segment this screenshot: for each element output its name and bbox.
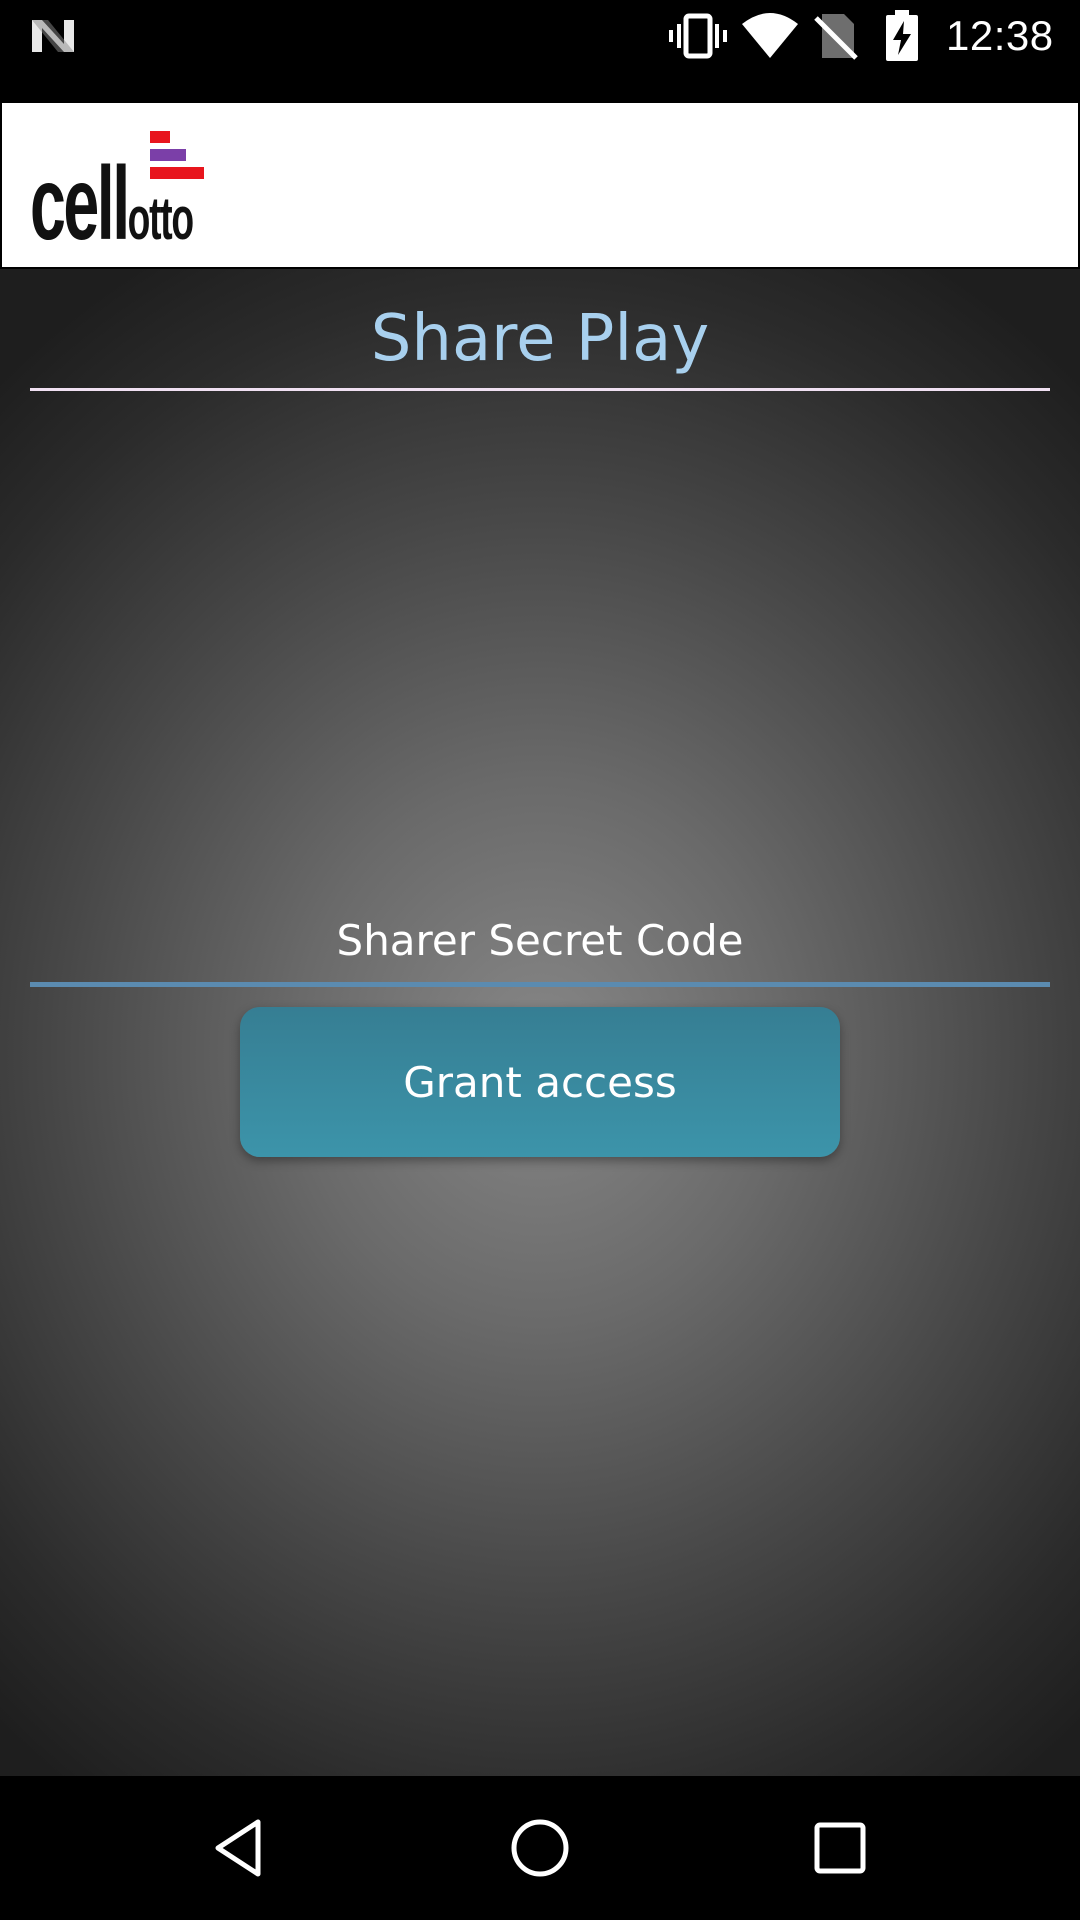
no-sim-icon bbox=[814, 14, 858, 60]
app-header: cellotto bbox=[0, 101, 1080, 269]
logo-bar-1 bbox=[150, 131, 170, 143]
notification-n-icon bbox=[32, 20, 74, 52]
app-logo: cellotto bbox=[30, 125, 218, 262]
status-clock: 12:38 bbox=[946, 12, 1054, 59]
recents-icon[interactable] bbox=[804, 1812, 876, 1884]
battery-charging-icon bbox=[886, 10, 918, 61]
logo-wordmark: cellotto bbox=[30, 146, 194, 262]
page-title: Share Play bbox=[370, 302, 710, 376]
grant-access-button[interactable]: Grant access bbox=[240, 1007, 840, 1157]
home-icon[interactable] bbox=[504, 1812, 576, 1884]
status-bar: 12:38 bbox=[0, 0, 1080, 101]
navigation-bar bbox=[0, 1776, 1080, 1920]
back-icon[interactable] bbox=[204, 1812, 276, 1884]
secret-code-input[interactable] bbox=[30, 891, 1050, 987]
wifi-icon bbox=[742, 13, 798, 58]
vibrate-icon bbox=[669, 13, 727, 59]
main-content: Share Play Grant access bbox=[0, 269, 1080, 1776]
title-divider bbox=[30, 388, 1050, 391]
